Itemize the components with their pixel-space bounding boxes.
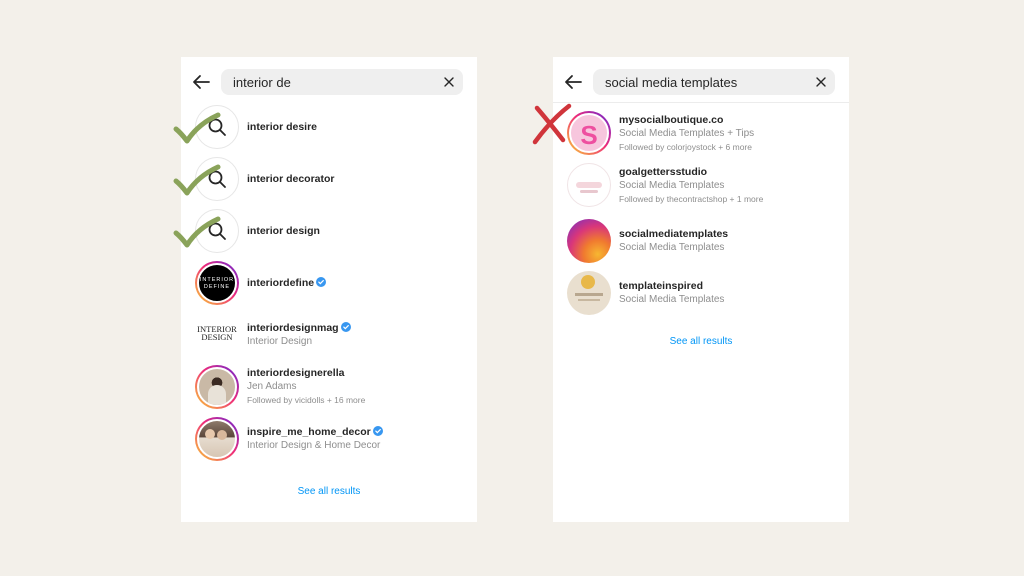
account-result[interactable]: goalgettersstudio Social Media Templates… [553,161,849,209]
search-suggestion[interactable]: interior design [181,207,477,255]
suggestion-label: interior decorator [247,173,335,185]
account-subtitle: Jen Adams [247,381,297,392]
verified-badge-icon [340,322,351,332]
avatar [567,163,611,207]
account-subtitle: Social Media Templates [619,242,725,253]
check-mark-icon [173,112,221,144]
account-username: interiordesignmag [247,322,339,334]
clear-icon[interactable] [815,76,827,88]
account-subtitle: Interior Design & Home Decor [247,440,381,451]
search-suggestion[interactable]: interior desire [181,103,477,151]
avatar [195,365,239,409]
account-result[interactable]: INTERIOR DESIGN interiordesignmag Interi… [181,311,477,359]
avatar [567,219,611,263]
suggestion-label: interior design [247,225,320,237]
avatar [195,417,239,461]
followed-by-text: Followed by thecontractshop + 1 more [619,194,764,204]
account-username: interiordefine [247,277,315,289]
account-subtitle: Interior Design [247,336,313,347]
search-bar [553,69,849,95]
search-suggestion[interactable]: interior decorator [181,155,477,203]
avatar-logo-text: INTERIOR DESIGN [197,324,237,342]
back-arrow-icon[interactable] [563,72,583,92]
search-field [221,69,463,95]
account-result[interactable]: socialmediatemplates Social Media Templa… [553,217,849,265]
avatar-logo-text: INTERIOR DEFINE [199,277,235,290]
account-result[interactable]: INTERIOR DEFINE interiordefine [181,259,477,307]
account-username: socialmediatemplates [619,228,729,240]
avatar: INTERIOR DEFINE [195,261,239,305]
back-arrow-icon[interactable] [191,72,211,92]
account-subtitle: Social Media Templates [619,294,725,305]
see-all-results-link[interactable]: See all results [553,336,849,347]
see-all-results-link[interactable]: See all results [181,486,477,497]
account-username: inspire_me_home_decor [247,426,371,438]
account-subtitle: Social Media Templates [619,180,725,191]
search-input[interactable] [233,69,433,95]
account-username: interiordesignerella [247,367,345,379]
suggestion-label: interior desire [247,121,318,133]
clear-icon[interactable] [443,76,455,88]
divider [553,102,849,103]
account-subtitle: Social Media Templates + Tips [619,128,755,139]
account-username: mysocialboutique.co [619,114,724,126]
verified-badge-icon [372,426,383,436]
check-mark-icon [173,216,221,248]
check-mark-icon [173,164,221,196]
followed-by-text: Followed by colorjoystock + 6 more [619,142,752,152]
account-result[interactable]: inspire_me_home_decor Interior Design & … [181,415,477,463]
avatar: INTERIOR DESIGN [195,313,239,357]
cross-mark-icon [532,103,572,145]
account-result[interactable]: interiordesignerella Jen Adams Followed … [181,363,477,411]
account-username: templateinspired [619,280,704,292]
verified-badge-icon [316,277,327,287]
account-username: goalgettersstudio [619,166,708,178]
followed-by-text: Followed by vicidolls + 16 more [247,395,366,405]
search-results-panel-right: S mysocialboutique.co Social Media Templ… [553,57,849,522]
account-result[interactable]: S mysocialboutique.co Social Media Templ… [553,109,849,157]
search-bar [181,69,477,95]
search-input[interactable] [605,69,805,95]
search-field [593,69,835,95]
avatar [567,271,611,315]
search-results-panel-left: interior desire interior decorator inter… [181,57,477,522]
account-result[interactable]: templateinspired Social Media Templates [553,269,849,317]
avatar-letter: S [580,120,598,150]
